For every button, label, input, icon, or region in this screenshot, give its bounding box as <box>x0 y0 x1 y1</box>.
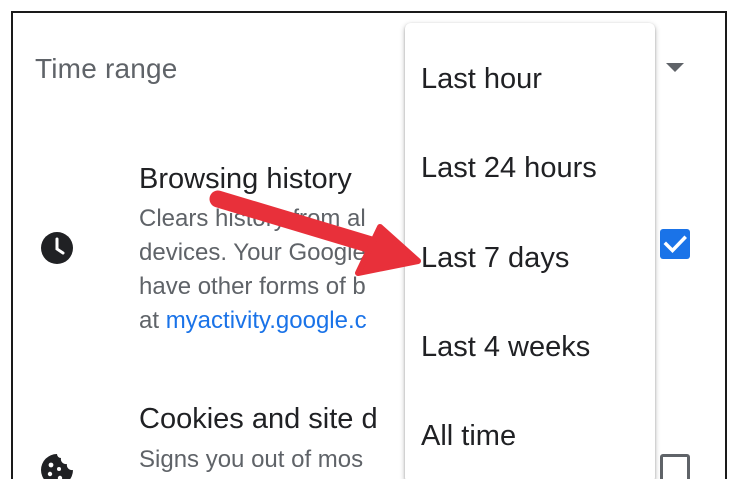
cookies-checkbox[interactable] <box>660 454 690 479</box>
menu-item-last-24-hours[interactable]: Last 24 hours <box>405 124 655 213</box>
menu-item-last-7-days[interactable]: Last 7 days <box>405 214 655 303</box>
desc-prefix: at <box>139 307 166 334</box>
clock-icon <box>41 232 73 264</box>
cookies-title: Cookies and site d <box>139 403 378 435</box>
settings-panel: Time range Browsing history Clears histo… <box>11 11 727 479</box>
myactivity-link[interactable]: myactivity.google.c <box>166 307 367 334</box>
time-range-menu: Last hour Last 24 hours Last 7 days Last… <box>405 23 655 479</box>
annotation-arrow-icon <box>209 190 421 276</box>
browsing-history-checkbox[interactable] <box>660 229 690 259</box>
checkmark-icon <box>663 235 687 254</box>
time-range-label: Time range <box>35 53 178 84</box>
cookie-icon <box>41 454 73 479</box>
menu-item-last-hour[interactable]: Last hour <box>405 35 655 124</box>
menu-item-all-time[interactable]: All time <box>405 392 655 479</box>
menu-item-last-4-weeks[interactable]: Last 4 weeks <box>405 303 655 392</box>
browsing-history-desc-line-4: at myactivity.google.c <box>139 304 439 338</box>
dropdown-arrow-icon[interactable] <box>666 63 684 72</box>
cookies-desc-line-1: Signs you out of mos <box>139 446 364 473</box>
